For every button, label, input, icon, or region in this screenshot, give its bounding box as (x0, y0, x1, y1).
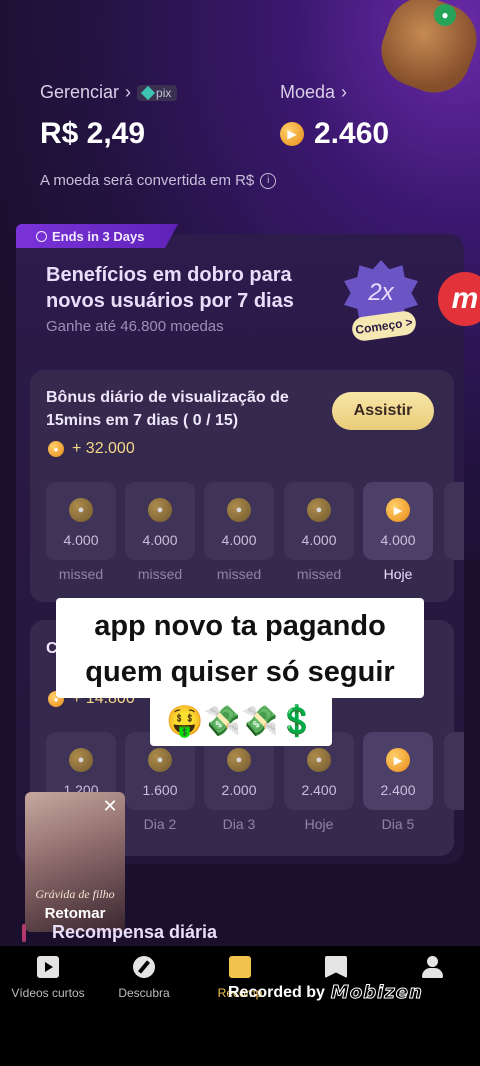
daily-watch-reward-value: + 32.000 (72, 440, 135, 457)
pix-icon (140, 85, 156, 100)
caption-emoji: 🤑💸💸💲 (166, 705, 316, 738)
coin-icon: ● (307, 748, 331, 772)
coin-icon: ● (48, 441, 64, 457)
day-amount: 4.000 (221, 532, 257, 548)
day-label: Dia 3 (222, 816, 256, 832)
checkin-day-tile-partial (444, 732, 464, 810)
coin-column: Moeda › ▶ 2.460 (280, 82, 389, 151)
day-label: Dia 5 (381, 816, 415, 832)
coin-icon: ● (69, 498, 93, 522)
caption-line-1: app novo ta pagando (94, 610, 386, 642)
coin-balance: 2.460 (314, 117, 390, 150)
watch-day-tile[interactable]: ● 4.000 (204, 482, 274, 560)
daily-watch-reward: ● + 32.000 (48, 440, 135, 458)
day-label: missed (58, 566, 104, 582)
compass-icon (133, 956, 155, 978)
day-label: missed (216, 566, 262, 582)
coin-icon: ▶ (280, 122, 304, 146)
day-amount: 4.000 (142, 532, 178, 548)
bookmark-icon (325, 956, 347, 978)
coin-icon: ● (227, 748, 251, 772)
nav-label: Descubra (118, 986, 170, 1000)
clock-icon (36, 230, 47, 242)
day-amount: 4.000 (63, 532, 99, 548)
chevron-right-icon: › (125, 82, 132, 102)
nav-label: Vídeos curtos (11, 986, 85, 1000)
gift-icon (229, 956, 251, 978)
watermark-text: Recorded by (228, 983, 325, 1001)
user-icon (421, 956, 443, 978)
section-title: Recompensa diária (52, 922, 218, 942)
watch-button[interactable]: Assistir (332, 392, 434, 430)
manage-link[interactable]: Gerenciar › pix (40, 82, 178, 103)
day-label: missed (296, 566, 342, 582)
watch-day-tile[interactable]: ● 4.000 (284, 482, 354, 560)
manage-label: Gerenciar (40, 82, 120, 102)
watermark-logo: Mobizen (330, 982, 423, 1004)
watch-day-tile-partial (444, 482, 464, 560)
day-label: missed (137, 566, 183, 582)
conversion-note: A moeda será convertida em R$ i (40, 172, 277, 189)
coin-balance-row: ▶ 2.460 (280, 117, 389, 151)
conversion-note-text: A moeda será convertida em R$ (40, 172, 255, 189)
info-icon[interactable]: i (260, 172, 277, 189)
coin-icon: ● (227, 498, 251, 522)
day-label-today: Hoje (383, 566, 413, 582)
coin-icon: ● (69, 748, 93, 772)
coin-label: Moeda (280, 82, 336, 102)
day-label: Hoje (304, 816, 334, 832)
day-amount: 2.400 (380, 782, 416, 798)
checkin-day-tile[interactable]: ▶ 2.400 (363, 732, 433, 810)
mini-player-art-title: Grávida de filho (35, 887, 115, 901)
ends-in-text: Ends in 3 Days (52, 228, 145, 244)
day-amount: 2.400 (301, 782, 337, 798)
watch-day-tile[interactable]: ● 4.000 (125, 482, 195, 560)
day-label: Dia 2 (143, 816, 177, 832)
day-amount: 1.600 (142, 782, 178, 798)
day-amount: 4.000 (380, 532, 416, 548)
coin-icon: ▶ (386, 748, 410, 772)
coin-icon: ● (307, 498, 331, 522)
cash-balance: R$ 2,49 (40, 117, 146, 150)
caption-line-2: quem quiser só seguir (85, 656, 395, 688)
chevron-right-icon: › (341, 82, 348, 102)
ends-in-tag: Ends in 3 Days (16, 224, 178, 248)
coin-icon: ● (148, 748, 172, 772)
section-marker (22, 924, 26, 942)
day-amount: 2.000 (221, 782, 257, 798)
watch-day-tile-today[interactable]: ▶ 4.000 (363, 482, 433, 560)
pix-label: pix (156, 85, 172, 100)
nav-item-short-videos[interactable]: Vídeos curtos (0, 956, 96, 1000)
day-amount: 4.000 (301, 532, 337, 548)
play-icon (37, 956, 59, 978)
recording-watermark: Recorded by Mobizen (228, 982, 423, 1004)
daily-watch-title: Bônus diário de visualização de 15mins e… (46, 389, 289, 429)
coin-icon: ● (148, 498, 172, 522)
coin-link[interactable]: Moeda › (280, 82, 389, 103)
promo-subtitle: Ganhe até 46.800 moedas (46, 318, 224, 335)
watch-day-tile[interactable]: ● 4.000 (46, 482, 116, 560)
pix-badge: pix (137, 84, 178, 101)
cash-column: Gerenciar › pix R$ 2,49 (40, 82, 178, 151)
microphone-icon: ● (434, 4, 456, 26)
close-icon[interactable]: ✕ (100, 796, 120, 816)
coin-icon: ▶ (386, 498, 410, 522)
promo-title: Benefícios em dobro para novos usuários … (46, 264, 294, 312)
nav-item-discover[interactable]: Descubra (96, 956, 192, 1000)
